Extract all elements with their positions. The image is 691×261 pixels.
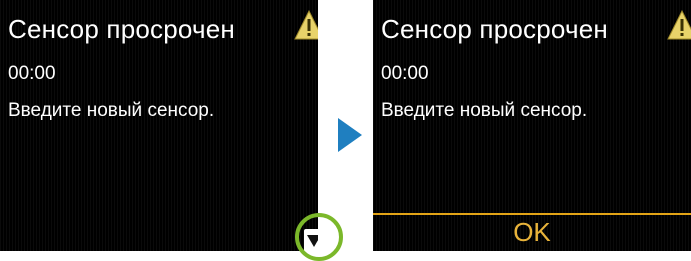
alert-message: Введите новый сенсор. — [381, 100, 588, 121]
alert-screen-before: Сенсор просрочен 00:00 Введите новый сен… — [0, 0, 318, 251]
alert-time: 00:00 — [381, 63, 429, 84]
ok-divider — [373, 213, 691, 215]
scroll-highlight-ring — [295, 213, 343, 261]
warning-icon — [667, 10, 691, 40]
alert-title: Сенсор просрочен — [381, 14, 608, 44]
ok-button[interactable]: OK — [373, 216, 691, 251]
alert-title: Сенсор просрочен — [8, 14, 235, 44]
alert-message: Введите новый сенсор. — [8, 100, 215, 121]
play-arrow-icon — [338, 118, 362, 152]
alert-screen-after: Сенсор просрочен 00:00 Введите новый сен… — [373, 0, 691, 251]
warning-icon — [294, 10, 318, 40]
alert-time: 00:00 — [8, 63, 56, 84]
